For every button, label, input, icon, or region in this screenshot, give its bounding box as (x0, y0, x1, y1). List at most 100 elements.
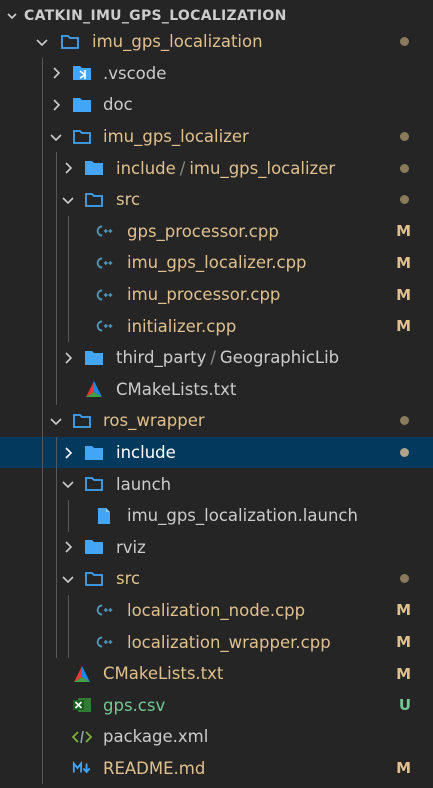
tree-item-label: gps.csv (103, 695, 166, 715)
workspace-title: CATKIN_IMU_GPS_LOCALIZATION (24, 8, 287, 24)
excel-icon (72, 695, 92, 715)
tree-item-src-wrapper[interactable]: src (0, 563, 433, 595)
tree-item-launch[interactable]: launch (0, 468, 433, 500)
tree-item-label: rviz (116, 537, 146, 557)
tree-item-gps-csv[interactable]: gps.csv U (0, 689, 433, 722)
folder-open-icon (60, 32, 80, 52)
tree-item-cmakelists[interactable]: CMakeLists.txt (0, 373, 433, 406)
tree-item-rviz[interactable]: rviz (0, 531, 433, 564)
tree-item-label: imu_gps_localization (92, 32, 263, 52)
cpp-file-icon (94, 632, 114, 652)
tree-item-label: imu_gps_localizer (103, 127, 249, 147)
chevron-right-icon[interactable] (60, 445, 76, 461)
tree-item-label: ros_wrapper (103, 411, 205, 431)
tree-item-cmakelists-root[interactable]: CMakeLists.txt M (0, 657, 433, 690)
modified-dot (400, 195, 409, 205)
modified-status-badge: M (396, 317, 411, 336)
tree-item-gps-processor-cpp[interactable]: gps_processor.cpp M (0, 215, 433, 248)
vscode-folder-icon (72, 63, 92, 83)
tree-item-label: CMakeLists.txt (116, 379, 237, 399)
folder-icon (84, 537, 104, 557)
tree-item-label: CMakeLists.txt (103, 664, 224, 684)
modified-status-badge: M (396, 633, 411, 652)
folder-open-icon (72, 127, 92, 147)
tree-item-imu-gps-localizer-cpp[interactable]: imu_gps_localizer.cpp M (0, 247, 433, 279)
tree-item-include-selected[interactable]: include (0, 436, 433, 469)
cpp-file-icon (94, 316, 114, 336)
untracked-status-badge: U (398, 696, 411, 715)
tree-item-readme[interactable]: README.md M (0, 752, 433, 785)
tree-item-label: src (116, 569, 141, 589)
chevron-down-icon[interactable] (48, 129, 64, 145)
modified-status-badge: M (396, 222, 411, 241)
compact-folder-part: include (116, 158, 176, 178)
cmake-icon (84, 379, 104, 399)
tree-item-imu-gps-localizer[interactable]: imu_gps_localizer (0, 120, 433, 153)
modified-status-badge: M (396, 285, 411, 304)
tree-item-label: src (116, 190, 141, 210)
tree-item-label: imu_gps_localization.launch (127, 506, 358, 526)
cpp-file-icon (94, 253, 114, 273)
tree-item-localization-node-cpp[interactable]: localization_node.cpp M (0, 594, 433, 627)
tree-item-vscode[interactable]: .vscode (0, 57, 433, 90)
cpp-file-icon (94, 221, 114, 241)
tree-item-ros-wrapper[interactable]: ros_wrapper (0, 405, 433, 437)
folder-open-icon (72, 411, 92, 431)
compact-folder-part: imu_gps_localizer (189, 158, 336, 178)
folder-open-icon (84, 569, 104, 589)
chevron-down-icon[interactable] (60, 192, 76, 208)
chevron-right-icon[interactable] (60, 160, 76, 176)
compact-folder-part: third_party (116, 348, 207, 368)
tree-item-localization-wrapper-cpp[interactable]: localization_wrapper.cpp M (0, 626, 433, 658)
folder-icon (84, 443, 104, 463)
folder-icon (72, 95, 92, 115)
chevron-down-icon[interactable] (48, 413, 64, 429)
modified-status-badge: M (396, 253, 411, 272)
modified-status-badge: M (396, 601, 411, 620)
tree-item-imu-processor-cpp[interactable]: imu_processor.cpp M (0, 278, 433, 311)
tree-item-label: imu_processor.cpp (127, 285, 281, 305)
cpp-file-icon (94, 285, 114, 305)
tree-item-label: imu_gps_localizer.cpp (127, 253, 307, 273)
chevron-right-icon[interactable] (60, 539, 76, 555)
modified-status-badge: M (396, 759, 411, 778)
modified-dot (400, 574, 409, 584)
chevron-down-icon[interactable] (60, 571, 76, 587)
chevron-right-icon[interactable] (60, 350, 76, 366)
tree-item-label: .vscode (103, 63, 167, 83)
tree-item-label: localization_node.cpp (127, 600, 306, 620)
tree-item-imu-gps-localization[interactable]: imu_gps_localization (0, 26, 433, 58)
modified-dot (400, 132, 409, 142)
tree-item-src[interactable]: src (0, 183, 433, 216)
chevron-right-icon[interactable] (48, 65, 64, 81)
modified-dot (400, 416, 409, 426)
file-tree: imu_gps_localization .vscode doc imu_gps… (0, 26, 433, 785)
code-icon (72, 727, 92, 747)
compact-folder-separator: / (179, 158, 186, 178)
tree-item-launch-file[interactable]: imu_gps_localization.launch (0, 499, 433, 532)
explorer-panel: CATKIN_IMU_GPS_LOCALIZATION imu_gps_loca… (0, 0, 433, 788)
tree-item-label: gps_processor.cpp (127, 221, 279, 241)
modified-dot (400, 37, 409, 47)
folder-icon (84, 158, 104, 178)
chevron-down-icon (7, 13, 17, 20)
tree-item-package-xml[interactable]: package.xml (0, 721, 433, 753)
cpp-file-icon (94, 600, 114, 620)
chevron-down-icon[interactable] (34, 34, 50, 50)
tree-item-label: doc (103, 95, 133, 115)
tree-item-initializer-cpp[interactable]: initializer.cpp M (0, 310, 433, 342)
tree-item-label: README.md (103, 758, 206, 778)
compact-folder-part: GeographicLib (219, 348, 340, 368)
chevron-right-icon[interactable] (48, 97, 64, 113)
folder-icon (84, 348, 104, 368)
chevron-down-icon[interactable] (60, 476, 76, 492)
modified-dot (400, 448, 409, 458)
compact-folder-separator: / (210, 348, 216, 368)
tree-item-label: include (116, 443, 176, 463)
tree-item-include-compact[interactable]: include / imu_gps_localizer (0, 152, 433, 184)
tree-item-doc[interactable]: doc (0, 89, 433, 121)
cmake-icon (72, 664, 92, 684)
tree-item-third-party-compact[interactable]: third_party / GeographicLib (0, 341, 433, 374)
tree-item-label: localization_wrapper.cpp (127, 632, 331, 652)
modified-dot (400, 163, 409, 173)
